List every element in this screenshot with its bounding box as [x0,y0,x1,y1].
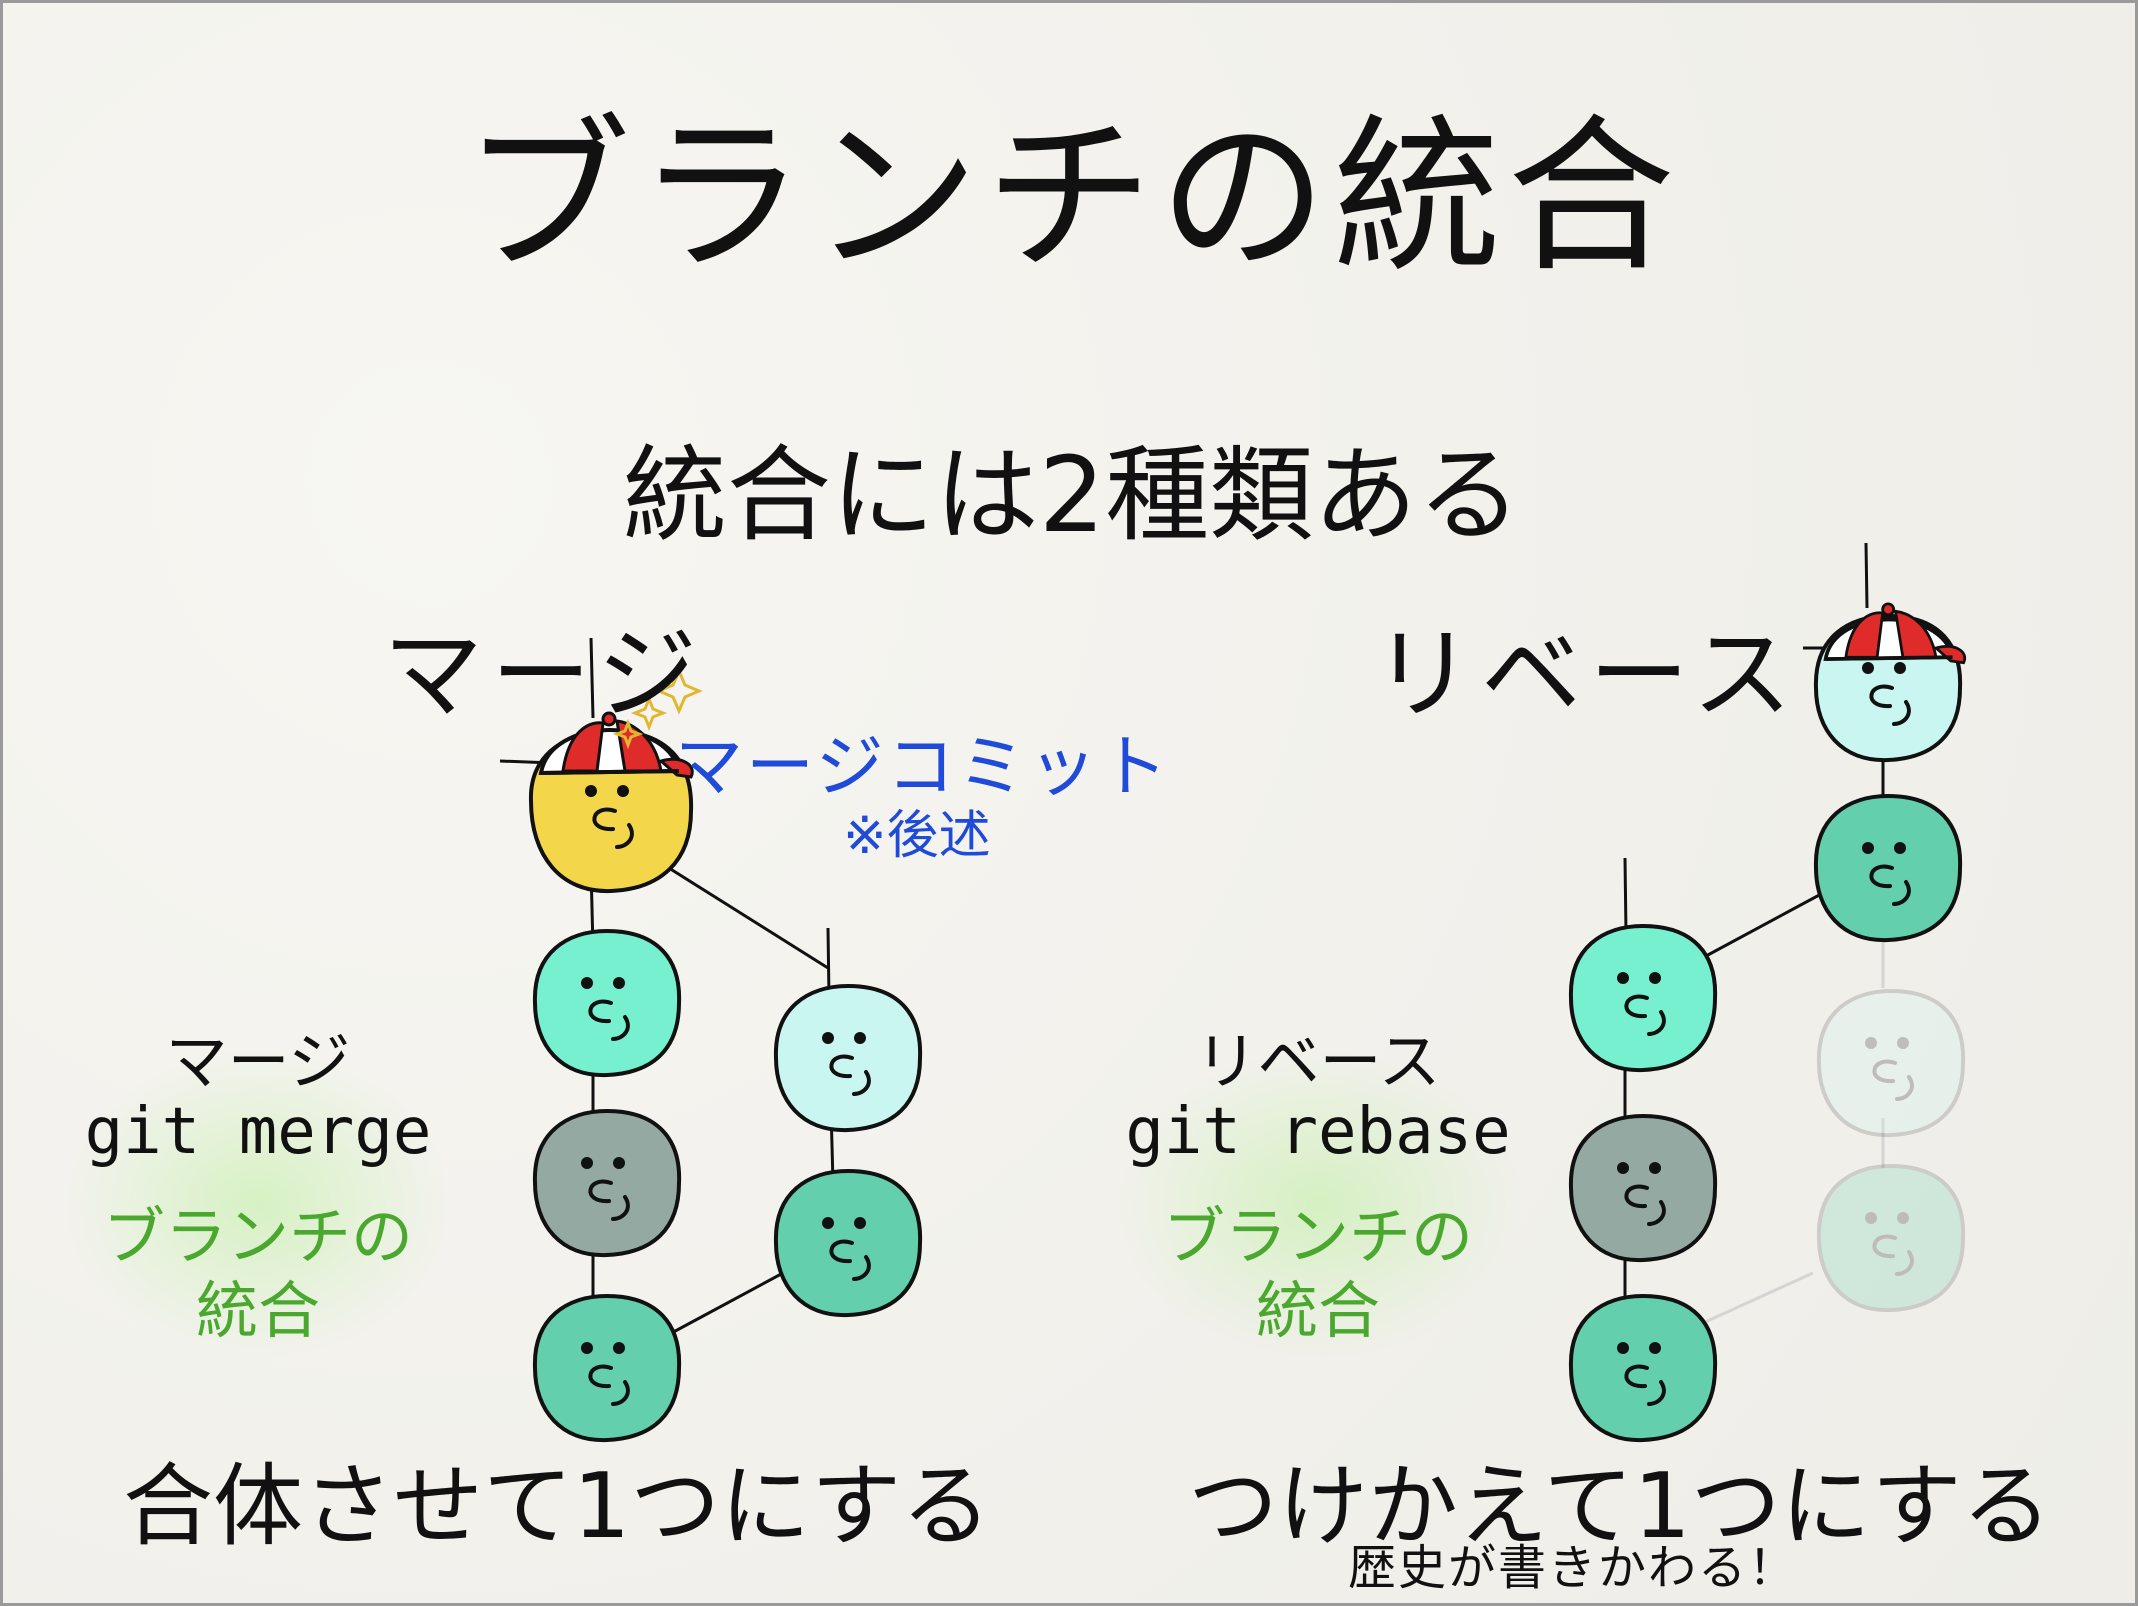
rebase-note: 歴史が書きかわる！ [1348,1540,1799,1596]
rebase-ghost-commit-1 [1816,988,1966,1138]
rebase-commit-main-3 [1568,1293,1718,1443]
rebase-category-line2: 統合 [1255,1274,1380,1348]
merge-description: 合体させて1つにする [123,1454,992,1559]
merge-category-line2: 統合 [195,1274,320,1348]
slide: ブランチの統合 統合には2種類ある マージ リベース マージコミット ※後述 マ… [0,0,2138,1606]
rebase-label-jp: リベース [1195,1025,1441,1098]
rebase-commit-top [1813,601,1967,763]
subtitle: 統合には2種類ある [622,434,1522,556]
rebase-label-cmd: git rebase [1125,1095,1511,1170]
rebase-commit-main-1 [1568,923,1718,1073]
commit-node-main-3 [532,1293,682,1443]
commit-node-main-2 [532,1108,682,1258]
merge-label: マージ git merge ブランチの 統合 [63,1025,453,1359]
commit-node-branch-1 [773,983,923,1133]
merge-label-cmd: git merge [84,1095,432,1170]
rebase-commit-rebased [1813,793,1963,943]
rebase-category-line1: ブランチの [1162,1199,1473,1273]
rebase-commit-main-2 [1568,1113,1718,1263]
merge-commit-note: ※後述 [843,806,991,866]
commit-node-branch-2 [773,1168,923,1318]
rebase-label: リベース git rebase ブランチの 統合 [1113,1025,1523,1359]
commit-node-main-1 [532,928,682,1078]
merge-label-jp: マージ [165,1025,351,1098]
rebase-heading: リベース [1373,616,1800,733]
merge-heading: マージ [383,616,705,733]
rebase-ghost-commit-2 [1816,1163,1966,1313]
page-title: ブランチの統合 [463,99,1681,295]
merge-category-line1: ブランチの [102,1199,413,1273]
